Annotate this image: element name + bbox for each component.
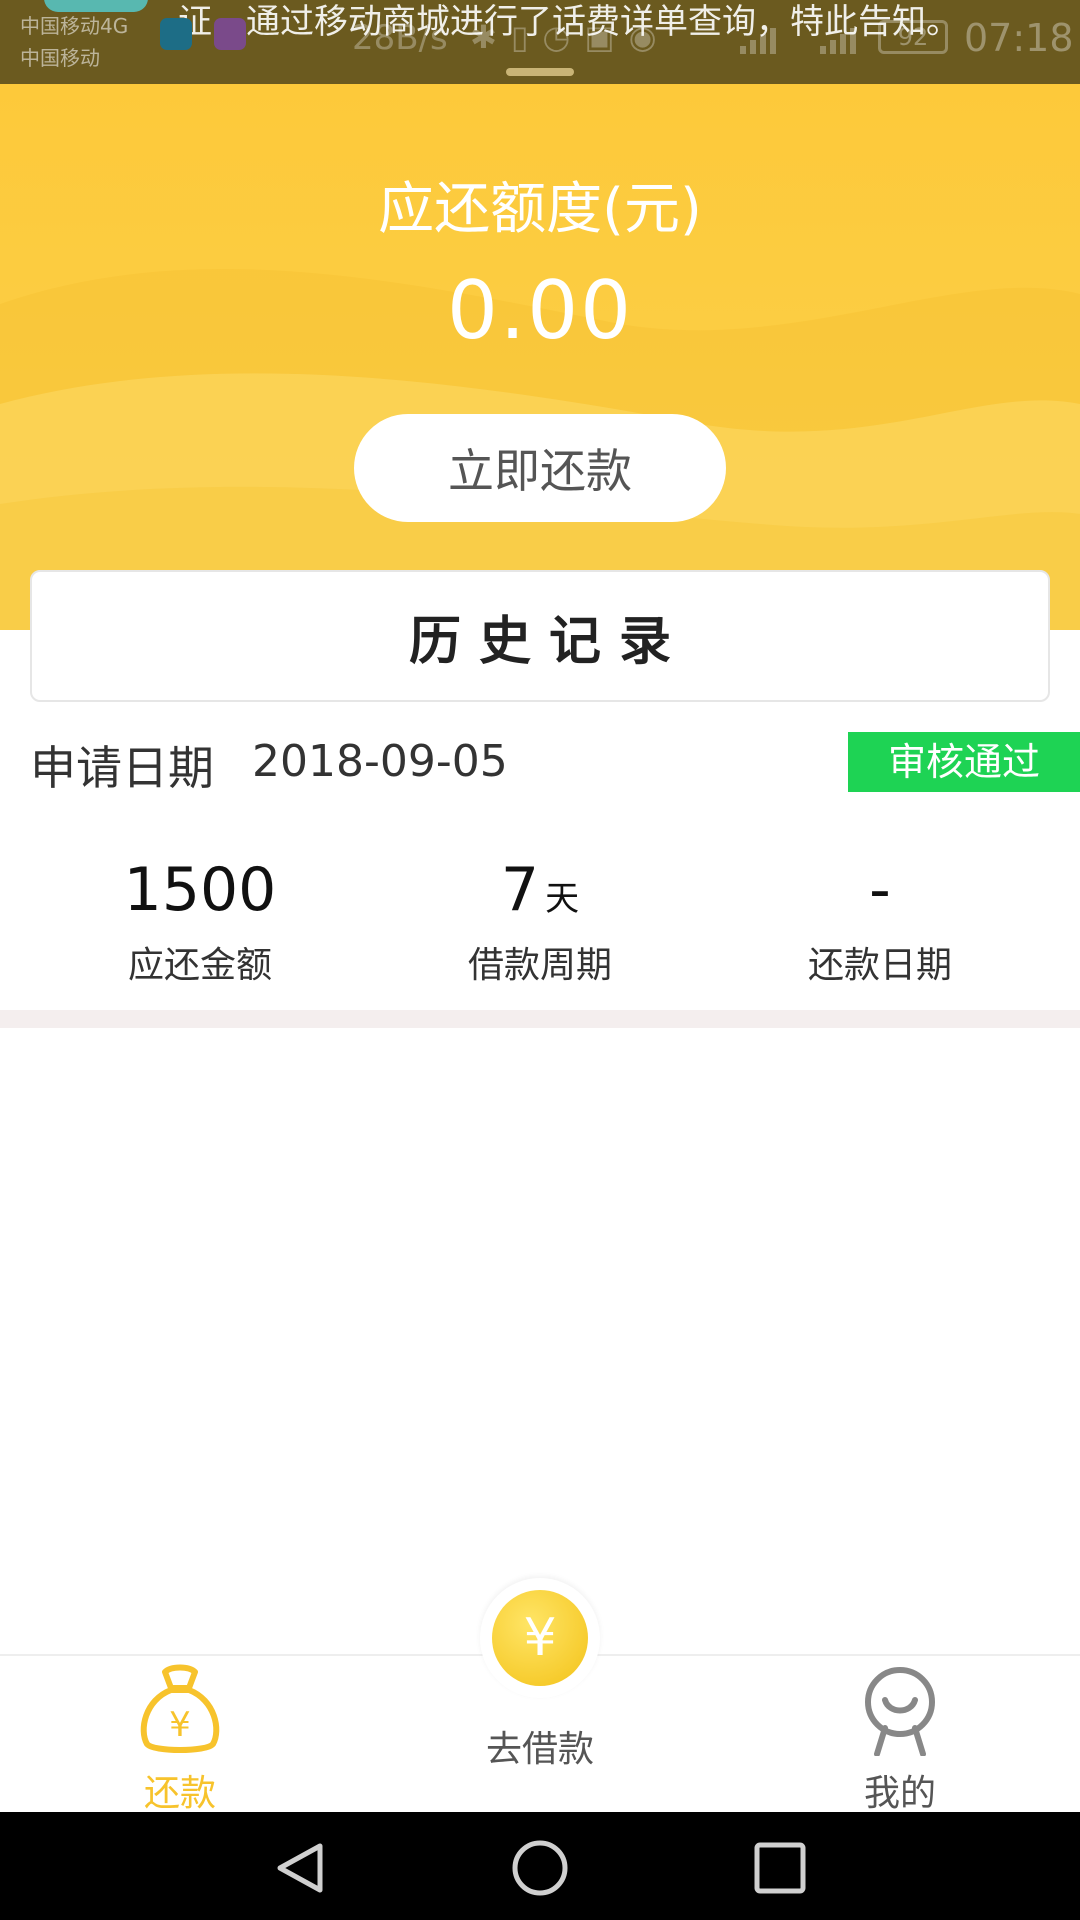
apply-date-label: 申请日期 — [30, 741, 214, 795]
notification-drag-handle[interactable] — [506, 68, 574, 76]
due-amount-title: 应还额度(元) — [378, 177, 702, 242]
loan-record[interactable]: 申请日期 2018-09-05 审核通过 1500 应还金额 7天 借款周期 -… — [0, 710, 1080, 1010]
repay-date-value: - — [869, 855, 891, 925]
history-card[interactable]: 历史记录 — [30, 570, 1050, 702]
stat-due-amount: 1500 应还金额 — [30, 852, 370, 988]
status-icons: ✱ ▯ ◷ ▣ ◉ — [470, 18, 657, 56]
status-bar: 证，通过移动商城进行了话费详单查询，特此告知。 中国移动4G 中国移动 28B/… — [0, 0, 1080, 84]
stat-repay-date: - 还款日期 — [710, 852, 1050, 988]
due-amount-value: 0.00 — [446, 264, 634, 357]
nav-mine[interactable]: 我的 — [800, 1664, 1000, 1816]
clock: 07:18 — [964, 16, 1074, 60]
carrier-primary: 中国移动4G — [20, 14, 129, 38]
nav-repay[interactable]: ¥ 还款 — [80, 1664, 280, 1816]
loan-period-label: 借款周期 — [467, 945, 612, 986]
signal-icon-sim1 — [740, 22, 776, 54]
message-app-icon — [160, 18, 192, 50]
battery-icon: 92 — [878, 20, 948, 54]
loan-period-number: 7天 — [370, 852, 710, 928]
repay-now-button[interactable]: 立即还款 — [354, 414, 726, 522]
nav-mine-label: 我的 — [863, 1773, 936, 1814]
repay-date-label: 还款日期 — [807, 945, 952, 986]
nav-borrow[interactable]: ¥ 去借款 — [440, 1578, 640, 1772]
recents-icon[interactable] — [752, 1840, 808, 1896]
loan-period-unit: 天 — [545, 879, 580, 919]
signal-icon-sim2 — [820, 22, 856, 54]
svg-text:¥: ¥ — [169, 1705, 191, 1745]
money-bag-icon: ¥ — [140, 1664, 220, 1753]
yuan-coin-icon: ¥ — [492, 1590, 588, 1686]
hd-icon: ▣ — [584, 18, 615, 56]
eye-comfort-icon: ◉ — [628, 18, 657, 56]
repay-header: 应还额度(元) 0.00 立即还款 — [0, 84, 1080, 630]
bottom-nav: ¥ 还款 ¥ 去借款 我的 — [0, 1578, 1080, 1814]
vibrate-icon: ▯ — [510, 18, 529, 56]
carrier-secondary: 中国移动 — [20, 46, 100, 70]
loan-period-value: 7 — [500, 855, 540, 925]
user-smile-icon — [865, 1667, 935, 1757]
home-icon[interactable] — [510, 1840, 570, 1896]
history-title: 历史记录 — [408, 611, 689, 672]
stat-loan-period: 7天 借款周期 — [370, 852, 710, 988]
status-badge: 审核通过 — [848, 732, 1080, 792]
due-amount-number: 1500 — [123, 855, 277, 925]
due-amount-label: 应还金额 — [127, 945, 272, 986]
borrow-coin-ring: ¥ — [480, 1578, 600, 1698]
back-icon[interactable] — [272, 1840, 328, 1896]
alarm-icon: ◷ — [542, 18, 571, 56]
nav-repay-label: 还款 — [143, 1773, 216, 1814]
network-speed: 28B/s — [352, 18, 448, 58]
nav-borrow-label: 去借款 — [485, 1729, 594, 1770]
gallery-app-icon — [214, 18, 246, 50]
bluetooth-icon: ✱ — [470, 18, 497, 56]
apply-date-value: 2018-09-05 — [252, 736, 508, 787]
section-divider — [0, 1010, 1080, 1028]
system-nav-bar — [0, 1812, 1080, 1920]
